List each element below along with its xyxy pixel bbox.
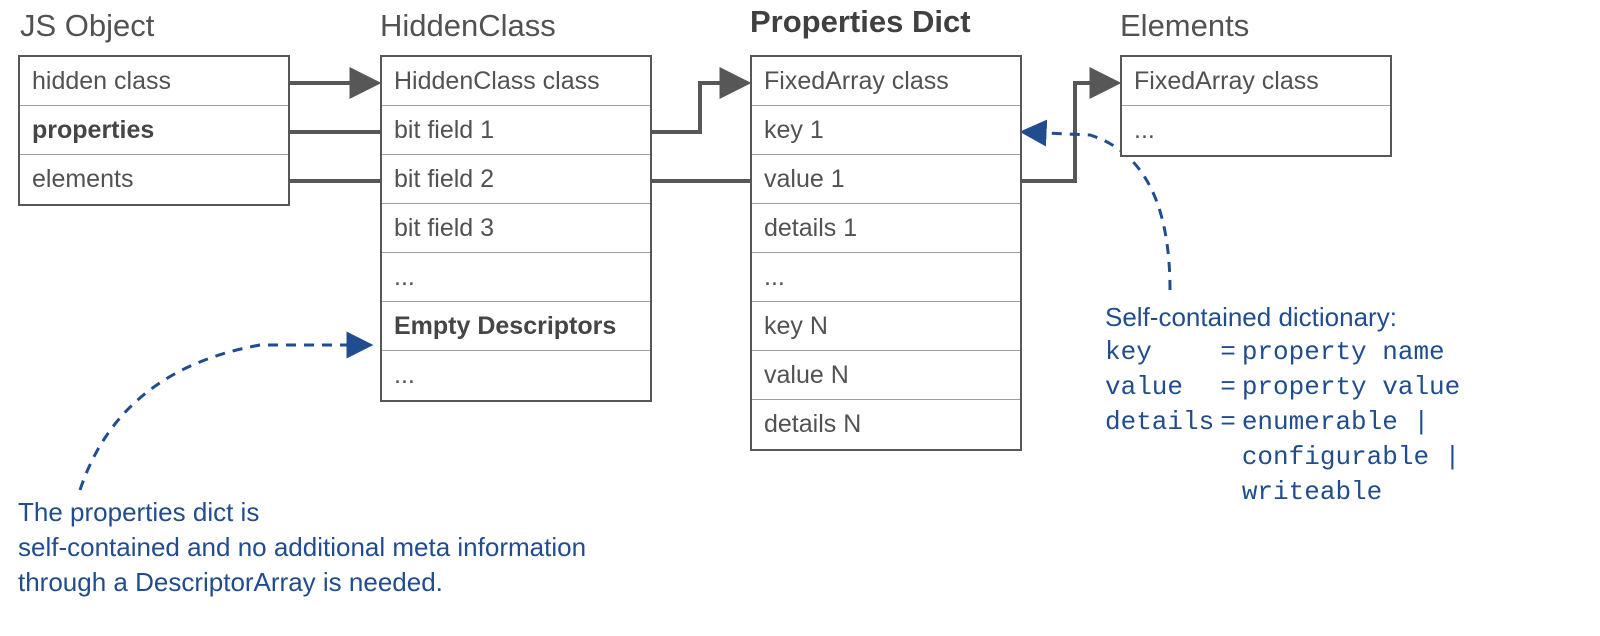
propdict-row: value 1 [752,155,1020,204]
annotation-left-line: self-contained and no additional meta in… [18,530,586,565]
annotation-right-table: key = property name value = property val… [1105,335,1466,510]
jsobject-row: properties [20,106,288,155]
annot-val: configurable | [1242,440,1466,475]
annot-eq: = [1220,370,1242,405]
annot-key: key [1105,335,1220,370]
heading-propdict: Properties Dict [750,4,971,40]
annot-eq: = [1220,405,1242,440]
propdict-row: details 1 [752,204,1020,253]
annot-val: property value [1242,370,1466,405]
jsobject-row: elements [20,155,288,204]
hiddenclass-row: bit field 1 [382,106,650,155]
propdict-row: details N [752,400,1020,449]
jsobject-box: hidden class properties elements [18,55,290,206]
elements-row: ... [1122,106,1390,155]
annotation-right: Self-contained dictionary: key = propert… [1105,300,1466,511]
hiddenclass-row: HiddenClass class [382,57,650,106]
propdict-box: FixedArray class key 1 value 1 details 1… [750,55,1022,451]
jsobject-row: hidden class [20,57,288,106]
annot-key: details [1105,405,1220,440]
annotation-left-line: The properties dict is [18,495,586,530]
annotation-left: The properties dict is self-contained an… [18,495,586,600]
elements-row: FixedArray class [1122,57,1390,106]
propdict-row: key N [752,302,1020,351]
hiddenclass-row-empty-descriptors: Empty Descriptors [382,302,650,351]
hiddenclass-row: ... [382,253,650,302]
annotation-left-line: through a DescriptorArray is needed. [18,565,586,600]
hiddenclass-row: bit field 2 [382,155,650,204]
annot-val: writeable [1242,475,1466,510]
propdict-row: value N [752,351,1020,400]
annot-eq: = [1220,335,1242,370]
annot-key: value [1105,370,1220,405]
heading-jsobject: JS Object [20,8,154,44]
hiddenclass-row: ... [382,351,650,400]
heading-elements: Elements [1120,8,1249,44]
hiddenclass-box: HiddenClass class bit field 1 bit field … [380,55,652,402]
propdict-row: FixedArray class [752,57,1020,106]
annot-val: enumerable | [1242,405,1466,440]
elements-box: FixedArray class ... [1120,55,1392,157]
dashed-arrow-descriptors [80,345,368,490]
propdict-row: ... [752,253,1020,302]
annot-val: property name [1242,335,1466,370]
propdict-row: key 1 [752,106,1020,155]
annotation-right-title: Self-contained dictionary: [1105,300,1466,335]
heading-hiddenclass: HiddenClass [380,8,556,44]
hiddenclass-row: bit field 3 [382,204,650,253]
diagram-stage: { "headings": { "jsobject": "JS Object",… [0,0,1600,636]
